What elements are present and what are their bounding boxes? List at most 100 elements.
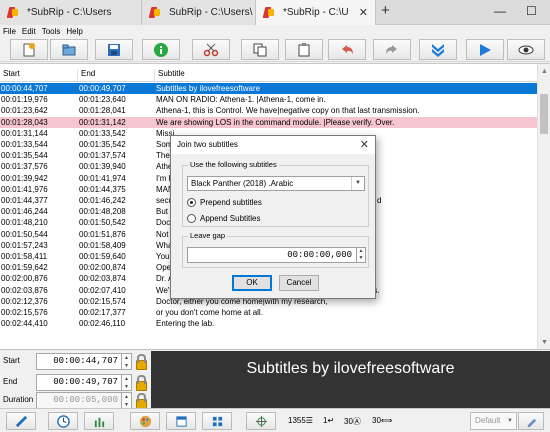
tab-title: *SubRip - C:\U (283, 7, 349, 18)
scroll-up-icon[interactable]: ▲ (541, 68, 548, 75)
start-time-field[interactable]: 00:00:44,707 (36, 353, 122, 370)
tab-subrip-2[interactable]: SubRip - C:\Users\ (142, 0, 256, 25)
width-value: 30 (372, 416, 381, 425)
scrollbar-thumb[interactable] (540, 94, 548, 134)
cell-start: 00:02:03,876 (1, 285, 48, 295)
style-select[interactable]: Default ▼ (470, 412, 517, 430)
gap-time-spinner[interactable]: ▲ ▼ (357, 247, 366, 263)
table-row[interactable]: 00:02:44,410 00:02:46,110 Entering the lab… (0, 318, 537, 329)
style-select-value: Default (475, 416, 501, 425)
cell-end: 00:01:31,142 (79, 117, 126, 127)
line-count: 1 ↵ (323, 416, 334, 425)
cell-start: 00:01:48,210 (1, 218, 48, 228)
save-button[interactable] (95, 39, 133, 60)
tab-bar: *SubRip - C:\Users SubRip - C:\Users\ *S… (0, 0, 550, 25)
cell-start: 00:01:31,144 (1, 128, 48, 138)
prepend-label: Prepend subtitles (200, 197, 262, 207)
column-header-subtitle[interactable]: Subtitle (158, 69, 185, 78)
paste-icon (298, 42, 310, 56)
cancel-button[interactable]: Cancel (279, 275, 319, 291)
table-row[interactable]: 00:01:19,976 00:01:23,640 MAN ON RADIO: At… (0, 94, 537, 105)
cell-start: 00:01:33,544 (1, 140, 48, 149)
subtitle-preview[interactable]: Subtitles by ilovefreesoftware (151, 351, 550, 409)
open-file-button[interactable] (50, 39, 88, 60)
minimize-button[interactable]: — (494, 4, 506, 18)
scroll-down-icon[interactable]: ▼ (541, 339, 548, 346)
preview-button[interactable] (507, 39, 545, 60)
cps-value: 30 (344, 417, 353, 426)
cut-icon (203, 43, 219, 56)
info-button[interactable] (142, 39, 180, 60)
close-tab-icon[interactable]: ✕ (359, 6, 368, 19)
table-row[interactable]: 00:01:23,642 00:01:28,041 Athena-1, this i… (0, 105, 537, 116)
start-time-spinner[interactable]: ▲ ▼ (122, 353, 132, 370)
cut-button[interactable] (192, 39, 230, 60)
ok-button[interactable]: OK (232, 275, 272, 291)
return-icon: ↵ (327, 416, 335, 425)
column-header-start[interactable]: Start (3, 69, 20, 78)
edit-style-button[interactable] (518, 412, 544, 430)
end-time-field[interactable]: 00:00:49,707 (36, 374, 122, 391)
move-down-button[interactable] (419, 39, 457, 60)
table-row[interactable]: 00:00:44,707 00:00:49,707 Subtitles by ilo… (0, 83, 537, 95)
duration-field[interactable]: 00:00:05,000 (36, 392, 122, 409)
timer-button[interactable] (48, 412, 78, 430)
undo-button[interactable] (328, 39, 366, 60)
row-text-tail: d (377, 196, 382, 205)
redo-button[interactable] (373, 39, 411, 60)
gap-time-field[interactable]: 00:00:00,000 (187, 247, 357, 263)
menu-file[interactable]: File (3, 27, 16, 36)
cps-indicator: 30 Ⓐ (344, 416, 361, 427)
cell-start: 00:02:12,376 (1, 296, 48, 306)
cell-subtitle: MAN ON RADIO: Athena-1. |Athena-1, come … (156, 95, 326, 105)
end-time-spinner[interactable]: ▲ ▼ (122, 374, 132, 391)
column-header-end[interactable]: End (81, 69, 95, 78)
cell-end: 00:01:44,375 (79, 184, 126, 194)
close-icon[interactable]: ✕ (360, 136, 369, 154)
style-button[interactable] (130, 412, 160, 430)
new-file-icon (23, 42, 35, 56)
menu-help[interactable]: Help (66, 27, 82, 36)
cell-end: 00:02:03,874 (79, 274, 126, 284)
menu-tools[interactable]: Tools (42, 27, 61, 36)
subtitle-file-value: Black Panther (2018) .Arabic (191, 179, 294, 188)
waveform-button[interactable] (84, 412, 114, 430)
subtitles-group: Use the following subtitles Black Panthe… (182, 160, 369, 227)
paste-button[interactable] (285, 39, 323, 60)
tab-subrip-3[interactable]: *SubRip - C:\U ✕ (256, 0, 376, 25)
menu-edit[interactable]: Edit (22, 27, 36, 36)
duration-spinner[interactable]: ▲ ▼ (122, 392, 132, 409)
end-label: End (3, 377, 18, 386)
append-radio[interactable]: Append Subtitles (187, 212, 261, 224)
maximize-button[interactable]: ☐ (526, 4, 537, 18)
table-row[interactable]: 00:01:28,043 00:01:31,142 We are showing L… (0, 116, 537, 128)
group-label: Use the following subtitles (188, 160, 279, 169)
toolbar (0, 37, 550, 62)
subrip-app-icon (6, 6, 19, 19)
cell-subtitle: Entering the lab. (156, 319, 215, 329)
crosshair-button[interactable] (246, 412, 276, 430)
dialog-titlebar[interactable]: Join two subtitles ✕ (171, 136, 375, 154)
new-file-button[interactable] (10, 39, 48, 60)
lock-icon[interactable] (134, 354, 147, 370)
window-button[interactable] (166, 412, 196, 430)
start-label: Start (3, 356, 20, 365)
ruler-button[interactable] (6, 412, 36, 430)
cell-end: 00:01:46,242 (79, 196, 126, 205)
prepend-radio[interactable]: Prepend subtitles (187, 196, 262, 208)
grid-scrollbar[interactable]: ▲ ▼ (537, 64, 550, 349)
copy-button[interactable] (241, 39, 279, 60)
tab-subrip-1[interactable]: *SubRip - C:\Users (0, 0, 142, 25)
lock-icon[interactable] (134, 393, 147, 409)
character-count: 1355 ☰ (288, 416, 313, 425)
tab-title: *SubRip - C:\Users (27, 7, 112, 18)
lock-icon[interactable] (134, 375, 147, 391)
cell-end: 00:02:07,410 (79, 285, 126, 295)
subtitle-file-select[interactable]: Black Panther (2018) .Arabic ▼ (187, 176, 365, 191)
new-tab-button[interactable]: + (381, 2, 390, 19)
play-button[interactable] (466, 39, 504, 60)
grid-button[interactable] (202, 412, 232, 430)
table-row[interactable]: 00:02:15,576 00:02:17,377 or you don't com… (0, 307, 537, 318)
status-bar: 1355 ☰ 1 ↵ 30 Ⓐ 30 ⟺ Default ▼ (0, 408, 550, 432)
double-chevron-down-icon (432, 43, 444, 57)
